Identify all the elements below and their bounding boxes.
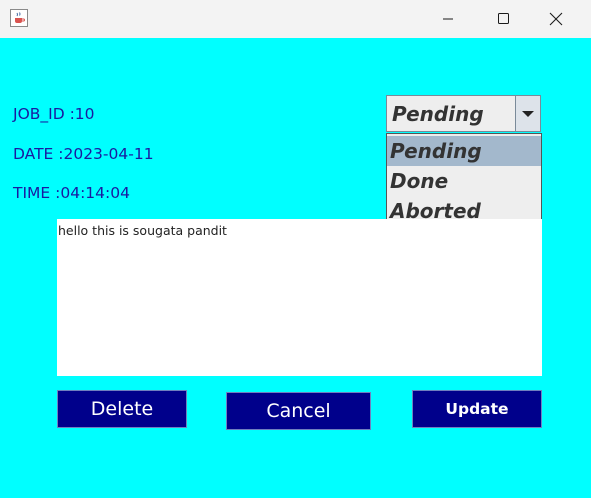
combo-arrow-button[interactable] (515, 96, 540, 131)
maximize-button[interactable] (480, 0, 526, 38)
delete-button[interactable]: Delete (57, 390, 187, 428)
status-option-pending[interactable]: Pending (387, 136, 541, 166)
update-button[interactable]: Update (412, 390, 542, 428)
close-icon (549, 12, 563, 26)
maximize-icon (498, 13, 509, 24)
title-bar[interactable] (0, 0, 591, 38)
date-label: DATE :2023-04-11 (13, 145, 154, 163)
minimize-button[interactable] (431, 0, 477, 38)
cancel-button[interactable]: Cancel (226, 392, 371, 430)
description-textarea[interactable]: hello this is sougata pandit (57, 219, 542, 376)
chevron-down-icon (522, 111, 534, 117)
close-button[interactable] (538, 0, 584, 38)
java-cup-icon (10, 9, 28, 27)
status-selected-value: Pending (392, 102, 484, 126)
job-id-label: JOB_ID :10 (13, 105, 95, 123)
app-window: JOB_ID :10 DATE :2023-04-11 TIME :04:14:… (0, 0, 591, 498)
time-label: TIME :04:14:04 (13, 184, 130, 202)
status-dropdown-list: Pending Done Aborted (386, 133, 542, 226)
minimize-icon (443, 18, 453, 20)
status-option-done[interactable]: Done (387, 166, 541, 196)
status-combobox[interactable]: Pending (386, 95, 541, 132)
